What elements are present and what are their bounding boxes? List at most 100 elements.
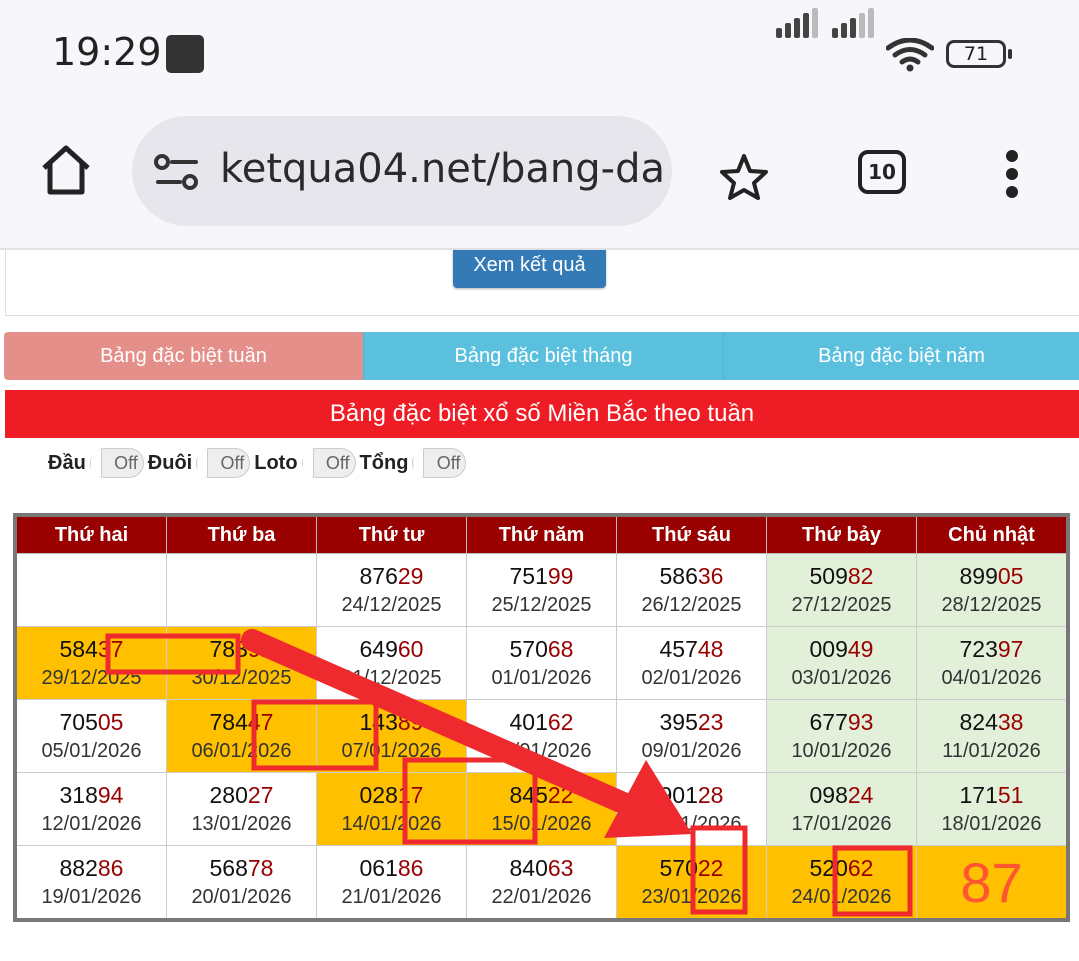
draw-date: 29/12/2025 [41, 667, 142, 689]
draw-date: 24/01/2026 [791, 886, 892, 908]
address-bar[interactable]: ketqua04.net/bang-da [132, 116, 672, 226]
number-tail: 68 [547, 636, 574, 662]
number-head: 824 [959, 709, 998, 735]
number-tail: 86 [97, 855, 124, 881]
special-number: 75199 [467, 561, 616, 591]
draw-date: 28/12/2025 [941, 594, 1042, 616]
draw-date: 04/01/2026 [941, 667, 1042, 689]
toggle-loto[interactable]: Off [301, 448, 356, 478]
battery-icon: 71 [946, 40, 1012, 68]
number-head: 457 [659, 636, 698, 662]
special-number: 02817 [317, 780, 466, 810]
special-number: 40162 [467, 707, 616, 737]
number-tail: 62 [547, 709, 574, 735]
draw-date: 26/12/2025 [641, 594, 742, 616]
result-cell: 40162 08/01/2026 [466, 699, 617, 773]
special-number: 58636 [617, 561, 766, 591]
result-cell: 17151 18/01/2026 [916, 772, 1069, 846]
special-number: 17151 [917, 780, 1066, 810]
number-head: 586 [659, 563, 698, 589]
number-head: 845 [509, 782, 548, 808]
number-head: 401 [509, 709, 548, 735]
table-row: 88286 19/01/2026 56878 20/01/2026 06186 21/01… [14, 845, 1069, 921]
toggle-label-duoi: Đuôi [147, 451, 193, 474]
number-tail: 97 [997, 636, 1024, 662]
result-cell [166, 553, 317, 627]
draw-date: 17/01/2026 [791, 813, 892, 835]
special-number: 84063 [467, 853, 616, 883]
number-tail: 22 [547, 782, 574, 808]
status-bar: 19:29 71 [0, 0, 1079, 100]
col-header: Thứ bảy [766, 514, 917, 554]
toggle-dau[interactable]: Off [89, 448, 144, 478]
toggle-duoi[interactable]: Off [196, 448, 251, 478]
result-cell: 78391 30/12/2025 [166, 626, 317, 700]
number-head: 171 [959, 782, 998, 808]
number-tail: 24 [847, 782, 874, 808]
special-number: 52062 [767, 853, 916, 883]
result-cell: 89905 28/12/2025 [916, 553, 1069, 627]
result-cell: 78447 06/01/2026 [166, 699, 317, 773]
special-number: 84522 [467, 780, 616, 810]
site-settings-icon[interactable] [154, 152, 200, 192]
tab-switcher-button[interactable]: 10 [858, 150, 906, 194]
page-title: Bảng đặc biệt xổ số Miền Bắc theo tuần [5, 390, 1079, 438]
more-menu-icon[interactable] [1006, 150, 1018, 204]
result-cell: 09824 17/01/2026 [766, 772, 917, 846]
number-tail: 22 [697, 855, 724, 881]
number-head: 395 [659, 709, 698, 735]
number-head: 784 [209, 709, 248, 735]
result-cell: 58636 26/12/2025 [616, 553, 767, 627]
col-header: Thứ tư [316, 514, 467, 554]
special-number: 64960 [317, 634, 466, 664]
draw-date: 08/01/2026 [491, 740, 592, 762]
number-tail: 38 [997, 709, 1024, 735]
draw-date: 25/12/2025 [491, 594, 592, 616]
table-row: 58437 29/12/2025 78391 30/12/2025 64960 31/12… [14, 626, 1069, 700]
number-head: 280 [209, 782, 248, 808]
col-header: Thứ năm [466, 514, 617, 554]
number-head: 876 [359, 563, 398, 589]
number-head: 584 [59, 636, 98, 662]
view-results-button[interactable]: Xem kết quả [453, 250, 606, 288]
special-number: 67793 [767, 707, 916, 737]
page-content: Xem kết quả Bảng đặc biệt tuần Bảng đặc … [0, 250, 1079, 961]
tab-yearly[interactable]: Bảng đặc biệt năm [723, 332, 1079, 380]
result-cell: 31894 12/01/2026 [14, 772, 167, 846]
number-tail: 51 [997, 782, 1024, 808]
result-cell: 67793 10/01/2026 [766, 699, 917, 773]
number-head: 570 [509, 636, 548, 662]
tab-weekly[interactable]: Bảng đặc biệt tuần [4, 332, 363, 380]
special-number: 88286 [17, 853, 166, 883]
result-cell: 45748 02/01/2026 [616, 626, 767, 700]
col-header: Thứ sáu [616, 514, 767, 554]
number-tail: 49 [847, 636, 874, 662]
draw-date: 31/12/2025 [341, 667, 442, 689]
result-cell: 84522 15/01/2026 [466, 772, 617, 846]
browser-toolbar: ketqua04.net/bang-da 10 [0, 100, 1079, 250]
number-tail: 48 [697, 636, 724, 662]
result-cell: 70505 05/01/2026 [14, 699, 167, 773]
bookmark-star-icon[interactable] [718, 152, 770, 202]
special-number: 09824 [767, 780, 916, 810]
toggle-tong[interactable]: Off [412, 448, 467, 478]
draw-date: 10/01/2026 [791, 740, 892, 762]
draw-date: 23/01/2026 [641, 886, 742, 908]
home-icon[interactable] [38, 144, 94, 196]
toggle-label-tong: Tổng [359, 451, 409, 474]
number-tail: 05 [997, 563, 1024, 589]
number-tail: 78 [247, 855, 274, 881]
tab-monthly[interactable]: Bảng đặc biệt tháng [363, 332, 723, 380]
number-head: 899 [959, 563, 998, 589]
special-number: 06186 [317, 853, 466, 883]
special-number: 14389 [317, 707, 466, 737]
col-header: Thứ hai [14, 514, 167, 554]
clock: 19:29 [52, 30, 162, 74]
result-cell: 56878 20/01/2026 [166, 845, 317, 921]
number-head: 751 [509, 563, 548, 589]
result-cell: 58437 29/12/2025 [14, 626, 167, 700]
draw-date: 22/01/2026 [491, 886, 592, 908]
draw-date: 16/01/2026 [641, 813, 742, 835]
draw-date: 07/01/2026 [341, 740, 442, 762]
draw-date: 27/12/2025 [791, 594, 892, 616]
